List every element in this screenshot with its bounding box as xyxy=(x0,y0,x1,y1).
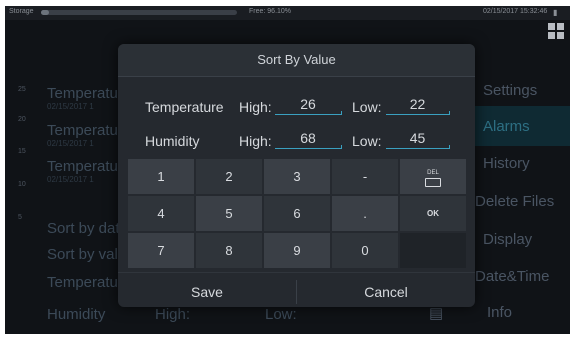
key-1[interactable]: 1 xyxy=(128,159,194,194)
storage-usage-bar xyxy=(41,10,237,15)
key-dot[interactable]: . xyxy=(332,196,398,231)
key-4[interactable]: 4 xyxy=(128,196,194,231)
key-blank xyxy=(400,233,466,268)
y-tick: 25 xyxy=(18,86,26,93)
key-8[interactable]: 8 xyxy=(196,233,262,268)
history-item-date: 02/15/2017 1 xyxy=(47,139,94,148)
storage-free-text: Free: 96.10% xyxy=(249,8,292,15)
humidity-low-input[interactable]: 45 xyxy=(386,130,450,149)
numeric-keypad: 1 2 3 - DEL 4 5 6 . OK 7 8 9 0 xyxy=(118,159,475,271)
y-tick: 20 xyxy=(18,116,26,123)
menu-item-settings: Settings xyxy=(483,82,538,99)
storage-usage-fill xyxy=(41,10,49,15)
bg-humidity-label: Humidity xyxy=(47,306,106,323)
save-button[interactable]: Save xyxy=(118,277,296,307)
temperature-high-label: High: xyxy=(239,99,272,115)
key-delete[interactable]: DEL xyxy=(400,159,466,194)
y-tick: 15 xyxy=(18,148,26,155)
divider xyxy=(118,76,475,77)
menu-item-delete-files: Delete Files xyxy=(475,193,555,210)
key-ok[interactable]: OK xyxy=(400,196,466,231)
bg-low-label: Low: xyxy=(265,306,297,323)
status-bar: Storage Free: 96.10% 02/15/2017 15:32:46… xyxy=(5,6,570,20)
y-tick: 10 xyxy=(18,181,26,188)
storage-label: Storage xyxy=(9,8,34,15)
dialog-title: Sort By Value xyxy=(118,44,475,76)
apps-grid-icon[interactable] xyxy=(548,23,565,40)
key-7[interactable]: 7 xyxy=(128,233,194,268)
menu-item-datetime: Date&Time xyxy=(475,268,550,285)
key-6[interactable]: 6 xyxy=(264,196,330,231)
humidity-high-label: High: xyxy=(239,133,272,149)
menu-item-alarms: Alarms xyxy=(483,118,530,135)
humidity-low-label: Low: xyxy=(352,133,382,149)
cancel-button[interactable]: Cancel xyxy=(297,277,475,307)
history-item-date: 02/15/2017 1 xyxy=(47,102,94,111)
divider xyxy=(118,272,475,273)
key-minus[interactable]: - xyxy=(332,159,398,194)
key-2[interactable]: 2 xyxy=(196,159,262,194)
key-9[interactable]: 9 xyxy=(264,233,330,268)
temperature-low-label: Low: xyxy=(352,99,382,115)
sort-by-value-dialog: Sort By Value Temperature High: 26 Low: … xyxy=(118,44,475,307)
menu-item-history: History xyxy=(483,155,530,172)
humidity-high-input[interactable]: 68 xyxy=(275,130,342,149)
key-3[interactable]: 3 xyxy=(264,159,330,194)
temperature-high-input[interactable]: 26 xyxy=(275,96,342,115)
temperature-low-input[interactable]: 22 xyxy=(386,96,450,115)
humidity-label: Humidity xyxy=(145,133,200,149)
menu-item-info: Info xyxy=(487,304,513,321)
battery-icon: ▮ xyxy=(553,8,558,17)
delete-label: DEL xyxy=(427,170,439,176)
y-tick: 5 xyxy=(18,214,22,221)
device-screen: Storage Free: 96.10% 02/15/2017 15:32:46… xyxy=(5,6,570,334)
backspace-icon xyxy=(425,178,441,187)
status-datetime: 02/15/2017 15:32:46 xyxy=(483,8,548,15)
key-0[interactable]: 0 xyxy=(332,233,398,268)
history-item-date: 02/15/2017 1 xyxy=(47,175,94,184)
key-5[interactable]: 5 xyxy=(196,196,262,231)
menu-item-display: Display xyxy=(483,231,533,248)
temperature-label: Temperature xyxy=(145,99,224,115)
sort-by-date-option: Sort by date xyxy=(47,220,128,237)
bg-high-label: High: xyxy=(155,306,191,323)
